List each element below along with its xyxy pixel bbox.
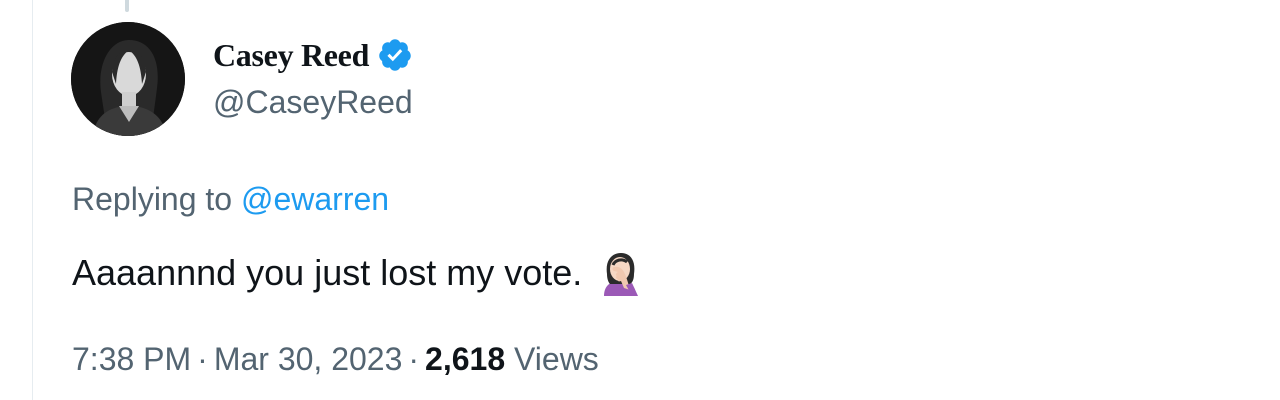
verified-badge-icon [377,37,413,73]
facepalm-emoji-icon [600,250,640,296]
meta-separator: · [197,341,208,377]
author-display-name[interactable]: Casey Reed [213,37,369,74]
tweet-body: Aaaannnd you just lost my vote. [72,250,640,296]
avatar[interactable] [71,22,185,136]
profile-photo-icon [71,22,185,136]
tweet-meta: 7:38 PM · Mar 30, 2023 · 2,618 Views [72,338,599,380]
tweet-time[interactable]: 7:38 PM [72,341,191,377]
meta-separator: · [408,341,420,377]
tweet-date[interactable]: Mar 30, 2023 [214,341,403,377]
view-count[interactable]: 2,618 [425,341,505,377]
thread-connector-line [125,0,129,12]
author-name-row[interactable]: Casey Reed [213,34,413,76]
replying-to: Replying to @ewarren [72,178,389,220]
replying-to-prefix: Replying to [72,181,233,217]
tweet-text: Aaaannnd you just lost my vote. [72,252,583,293]
timeline-border [32,0,33,400]
replying-to-mention-link[interactable]: @ewarren [241,181,389,217]
views-label[interactable]: Views [514,341,599,377]
tweet-card: Casey Reed @CaseyReed Replying to @ewarr… [0,0,1280,400]
author-handle[interactable]: @CaseyReed [213,82,413,122]
